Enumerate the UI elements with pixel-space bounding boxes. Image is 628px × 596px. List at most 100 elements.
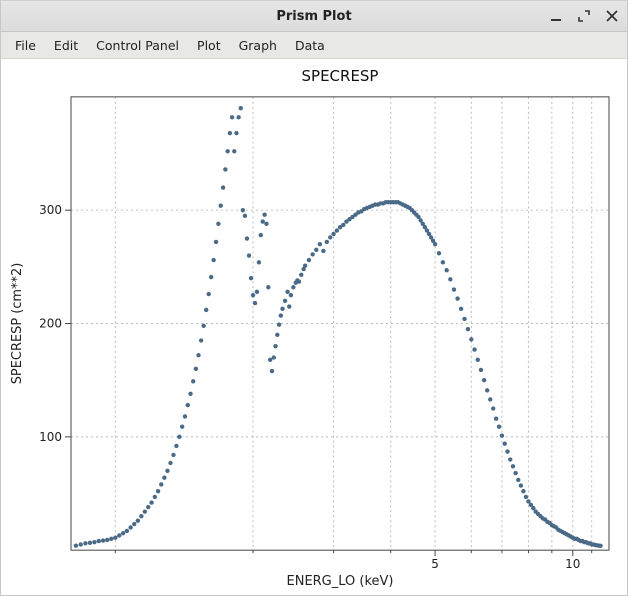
data-point <box>105 538 109 542</box>
data-point <box>307 258 311 262</box>
data-point <box>508 457 512 461</box>
menu-plot[interactable]: Plot <box>189 35 229 56</box>
data-point <box>165 469 169 473</box>
data-point <box>92 540 96 544</box>
data-point <box>136 519 140 523</box>
data-point <box>437 251 441 255</box>
window-controls <box>547 1 621 31</box>
menu-control-panel[interactable]: Control Panel <box>88 35 187 56</box>
data-point <box>299 273 303 277</box>
data-point <box>156 489 160 493</box>
data-point <box>598 544 602 548</box>
data-point <box>251 293 255 297</box>
data-point <box>264 222 268 226</box>
data-point <box>211 258 215 262</box>
data-point <box>199 338 203 342</box>
data-point <box>494 417 498 421</box>
data-point <box>500 434 504 438</box>
data-point <box>128 525 132 529</box>
menu-data[interactable]: Data <box>287 35 333 56</box>
data-point <box>433 242 437 246</box>
y-tick-label: 300 <box>39 203 62 217</box>
data-point <box>466 327 470 331</box>
data-point <box>216 222 220 226</box>
data-point <box>262 213 266 217</box>
data-point <box>255 290 259 294</box>
data-point <box>241 208 245 212</box>
data-point <box>153 495 157 499</box>
menu-graph[interactable]: Graph <box>231 35 285 56</box>
data-point <box>186 403 190 407</box>
menu-file[interactable]: File <box>7 35 44 56</box>
data-point <box>325 240 329 244</box>
close-button[interactable] <box>603 7 621 25</box>
data-point <box>204 308 208 312</box>
data-point <box>341 223 345 227</box>
data-point <box>287 304 291 308</box>
data-point <box>291 285 295 289</box>
data-point <box>121 531 125 535</box>
data-point <box>109 537 113 541</box>
data-point <box>505 449 509 453</box>
data-point <box>310 252 314 256</box>
data-point <box>168 461 172 465</box>
data-point <box>219 203 223 207</box>
data-point <box>482 378 486 382</box>
data-point <box>280 307 284 311</box>
data-point <box>452 287 456 291</box>
data-point <box>524 495 528 499</box>
data-point <box>331 232 335 236</box>
data-point <box>285 290 289 294</box>
plot-area[interactable]: SPECRESP510ENERG_LO (keV)100200300SPECRE… <box>1 59 627 595</box>
data-point <box>257 260 261 264</box>
data-point <box>279 313 283 317</box>
data-point <box>455 296 459 300</box>
data-point <box>462 317 466 321</box>
data-point <box>277 322 281 326</box>
data-point <box>303 264 307 268</box>
data-point <box>239 106 243 110</box>
data-point <box>146 505 150 509</box>
window: Prism Plot File Edit Control Panel P <box>0 0 628 596</box>
data-point <box>194 367 198 371</box>
maximize-button[interactable] <box>575 7 593 25</box>
data-point <box>180 424 184 428</box>
data-point <box>270 369 274 373</box>
data-point <box>223 167 227 171</box>
data-point <box>476 358 480 362</box>
data-point <box>78 542 82 546</box>
data-point <box>266 285 270 289</box>
data-point <box>497 424 501 428</box>
menu-edit[interactable]: Edit <box>46 35 86 56</box>
data-point <box>88 541 92 545</box>
data-point <box>314 248 318 252</box>
data-point <box>521 489 525 493</box>
menubar: File Edit Control Panel Plot Graph Data <box>1 32 627 59</box>
x-tick-label: 10 <box>565 557 580 571</box>
data-point <box>444 268 448 272</box>
window-title: Prism Plot <box>276 9 351 24</box>
x-axis-label: ENERG_LO (keV) <box>287 574 394 589</box>
minimize-button[interactable] <box>547 7 565 25</box>
data-point <box>228 131 232 135</box>
data-point <box>149 500 153 504</box>
data-point <box>188 392 192 396</box>
data-point <box>101 538 105 542</box>
data-point <box>177 435 181 439</box>
data-point <box>214 240 218 244</box>
data-point <box>162 475 166 479</box>
data-point <box>221 185 225 189</box>
data-point <box>183 414 187 418</box>
data-point <box>74 543 78 547</box>
data-point <box>318 242 322 246</box>
data-point <box>459 307 463 311</box>
data-point <box>232 149 236 153</box>
data-point <box>243 214 247 218</box>
data-point <box>261 219 265 223</box>
data-point <box>159 482 163 486</box>
data-point <box>245 236 249 240</box>
data-point <box>259 233 263 237</box>
data-point <box>247 253 251 257</box>
data-point <box>283 299 287 303</box>
y-tick-label: 100 <box>39 430 62 444</box>
